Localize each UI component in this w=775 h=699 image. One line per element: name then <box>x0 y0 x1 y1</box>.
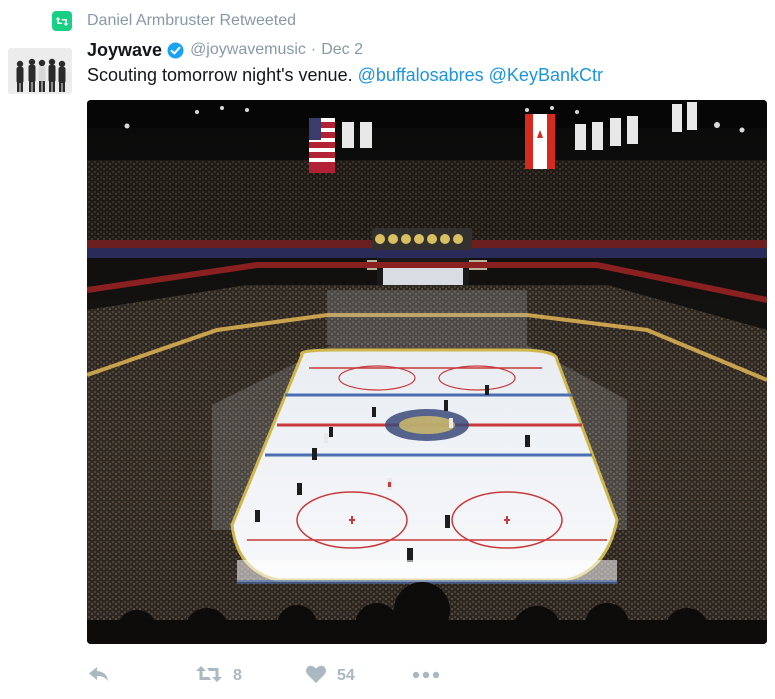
tweet-text-body: Scouting tomorrow night's venue. <box>87 65 353 85</box>
mention-link-buffalosabres[interactable]: @buffalosabres <box>358 65 484 85</box>
retweet-context-label: Daniel Armbruster Retweeted <box>87 12 296 29</box>
mention-link-keybankctr[interactable]: @KeyBankCtr <box>489 65 603 85</box>
header-separator: · <box>310 41 317 58</box>
display-name[interactable]: Joywave <box>87 40 162 61</box>
retweet-button[interactable]: 8 <box>195 662 242 690</box>
tweet-text: Scouting tomorrow night's venue. @buffal… <box>87 63 603 87</box>
tweet-timestamp[interactable]: Dec 2 <box>321 41 363 59</box>
reply-button[interactable] <box>87 662 111 690</box>
tweet-actions: 8 54 <box>87 662 747 690</box>
retweet-count: 8 <box>233 667 242 684</box>
tweet-media-photo[interactable] <box>87 100 767 644</box>
retweet-context[interactable]: Daniel Armbruster Retweeted <box>52 10 296 32</box>
more-icon <box>412 667 440 685</box>
user-handle[interactable]: @joywavemusic <box>190 41 306 59</box>
heart-icon <box>305 664 327 689</box>
avatar[interactable] <box>8 48 72 94</box>
retweet-icon <box>195 664 223 689</box>
hockey-arena-photo <box>87 100 767 644</box>
reply-icon <box>87 664 111 689</box>
more-button[interactable] <box>412 662 440 690</box>
verified-badge-icon <box>167 42 184 59</box>
like-button[interactable]: 54 <box>305 662 355 690</box>
tweet-header: Joywave @joywavemusic · Dec 2 <box>87 38 363 62</box>
like-count: 54 <box>337 667 355 684</box>
retweet-context-icon <box>52 11 72 31</box>
